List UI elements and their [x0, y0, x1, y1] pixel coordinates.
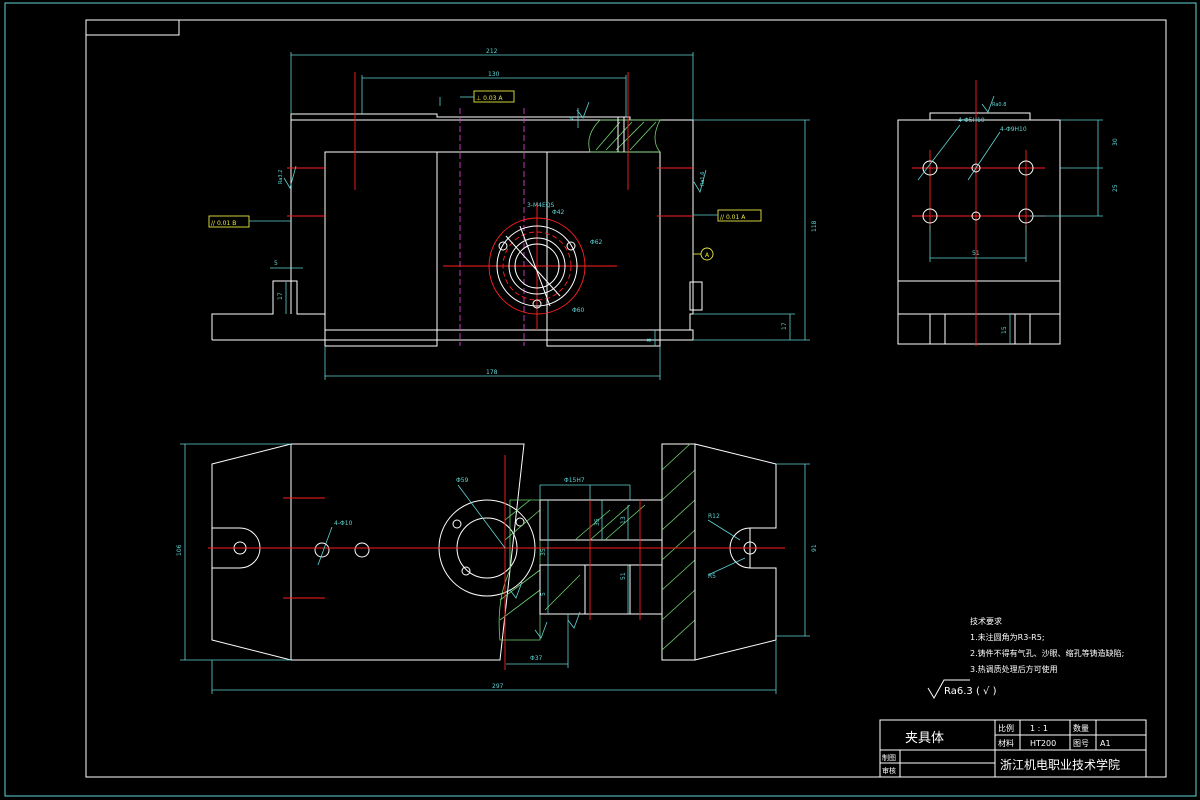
material-label: 材料	[998, 738, 1014, 748]
dim-front-hole-span: 130	[488, 71, 500, 78]
holes-3: 3-M4EQS	[527, 202, 554, 209]
notes-title: 技术要求	[970, 616, 1002, 626]
datum-a: A	[705, 252, 710, 259]
side-holes-a: 4-Φ5H10	[958, 117, 985, 124]
dim-plan-d2: 13	[620, 516, 627, 524]
side-holes-b: 4-Φ9H10	[1000, 126, 1027, 133]
dim-front-bottom: 178	[486, 369, 498, 376]
dim-front-overall: 212	[486, 48, 498, 55]
dim-front-right-tiny: 8	[646, 338, 653, 342]
dim-side-width: 51	[972, 250, 980, 257]
roughness-general: Ra6.3 ( √ )	[944, 686, 997, 697]
material-value: HT200	[1030, 739, 1056, 748]
dia-42: Φ42	[552, 209, 565, 216]
tol-left: // 0.01 B	[211, 220, 236, 227]
drawing-no-label: 图号	[1073, 739, 1089, 748]
dim-front-height: 118	[811, 220, 818, 232]
notes-line2: 2.铸件不得有气孔、沙眼、缩孔等铸造缺陷;	[970, 648, 1124, 658]
dim-side-top: 30	[1112, 138, 1119, 146]
dim-plan-d1: 35	[594, 518, 601, 526]
checker-label: 审核	[882, 766, 896, 775]
drawing-no-value: A1	[1100, 739, 1111, 748]
part-name: 夹具体	[905, 731, 944, 746]
plan-r5: R5	[708, 573, 716, 580]
dim-plan-right-height: 91	[811, 544, 818, 552]
scale-label: 比例	[998, 723, 1014, 733]
rough-side-top: Ra0.8	[992, 102, 1006, 108]
tol-top: ⊥ 0.03 A	[476, 95, 503, 102]
plan-r12: R12	[708, 513, 720, 520]
rough-front-left: Ra3.2	[278, 170, 284, 184]
dim-front-top-tiny: 4	[569, 116, 576, 120]
dim-front-left-small: 17	[277, 292, 284, 300]
plan-holes: 4-Φ10	[334, 520, 353, 527]
school-name: 浙江机电职业技术学院	[1000, 757, 1120, 772]
qty-label: 数量	[1073, 723, 1089, 733]
tol-right: // 0.01 A	[720, 214, 746, 221]
scale-value: 1 : 1	[1030, 724, 1048, 733]
dim-plan-d4: 5	[540, 592, 547, 596]
text-layer: 212 130 178 118 17 8 17 5 4 // 0.01 B //…	[176, 48, 1124, 775]
plan-dia-15: Φ15H7	[564, 477, 585, 484]
dim-front-right-small: 17	[781, 322, 788, 330]
dim-plan-overall: 297	[492, 683, 504, 690]
dim-plan-d5: 51	[620, 572, 627, 580]
dim-plan-height: 106	[176, 544, 183, 556]
dia-60: Φ60	[572, 307, 585, 314]
rough-front-right: Ra1.6	[700, 172, 706, 186]
dim-side-mid: 25	[1112, 184, 1119, 192]
notes-line3: 3.热调质处理后方可使用	[970, 664, 1058, 674]
plan-dia-37: Φ37	[530, 655, 543, 662]
dia-62: Φ62	[590, 239, 603, 246]
plan-dia-59: Φ59	[456, 477, 469, 484]
designer-label: 制图	[882, 753, 896, 762]
dim-plan-d3: 35	[540, 548, 547, 556]
dim-side-bottom: 15	[1001, 326, 1008, 334]
notes-line1: 1.未注圆角为R3-R5;	[970, 632, 1045, 642]
dim-front-left-tiny: 5	[274, 260, 278, 267]
